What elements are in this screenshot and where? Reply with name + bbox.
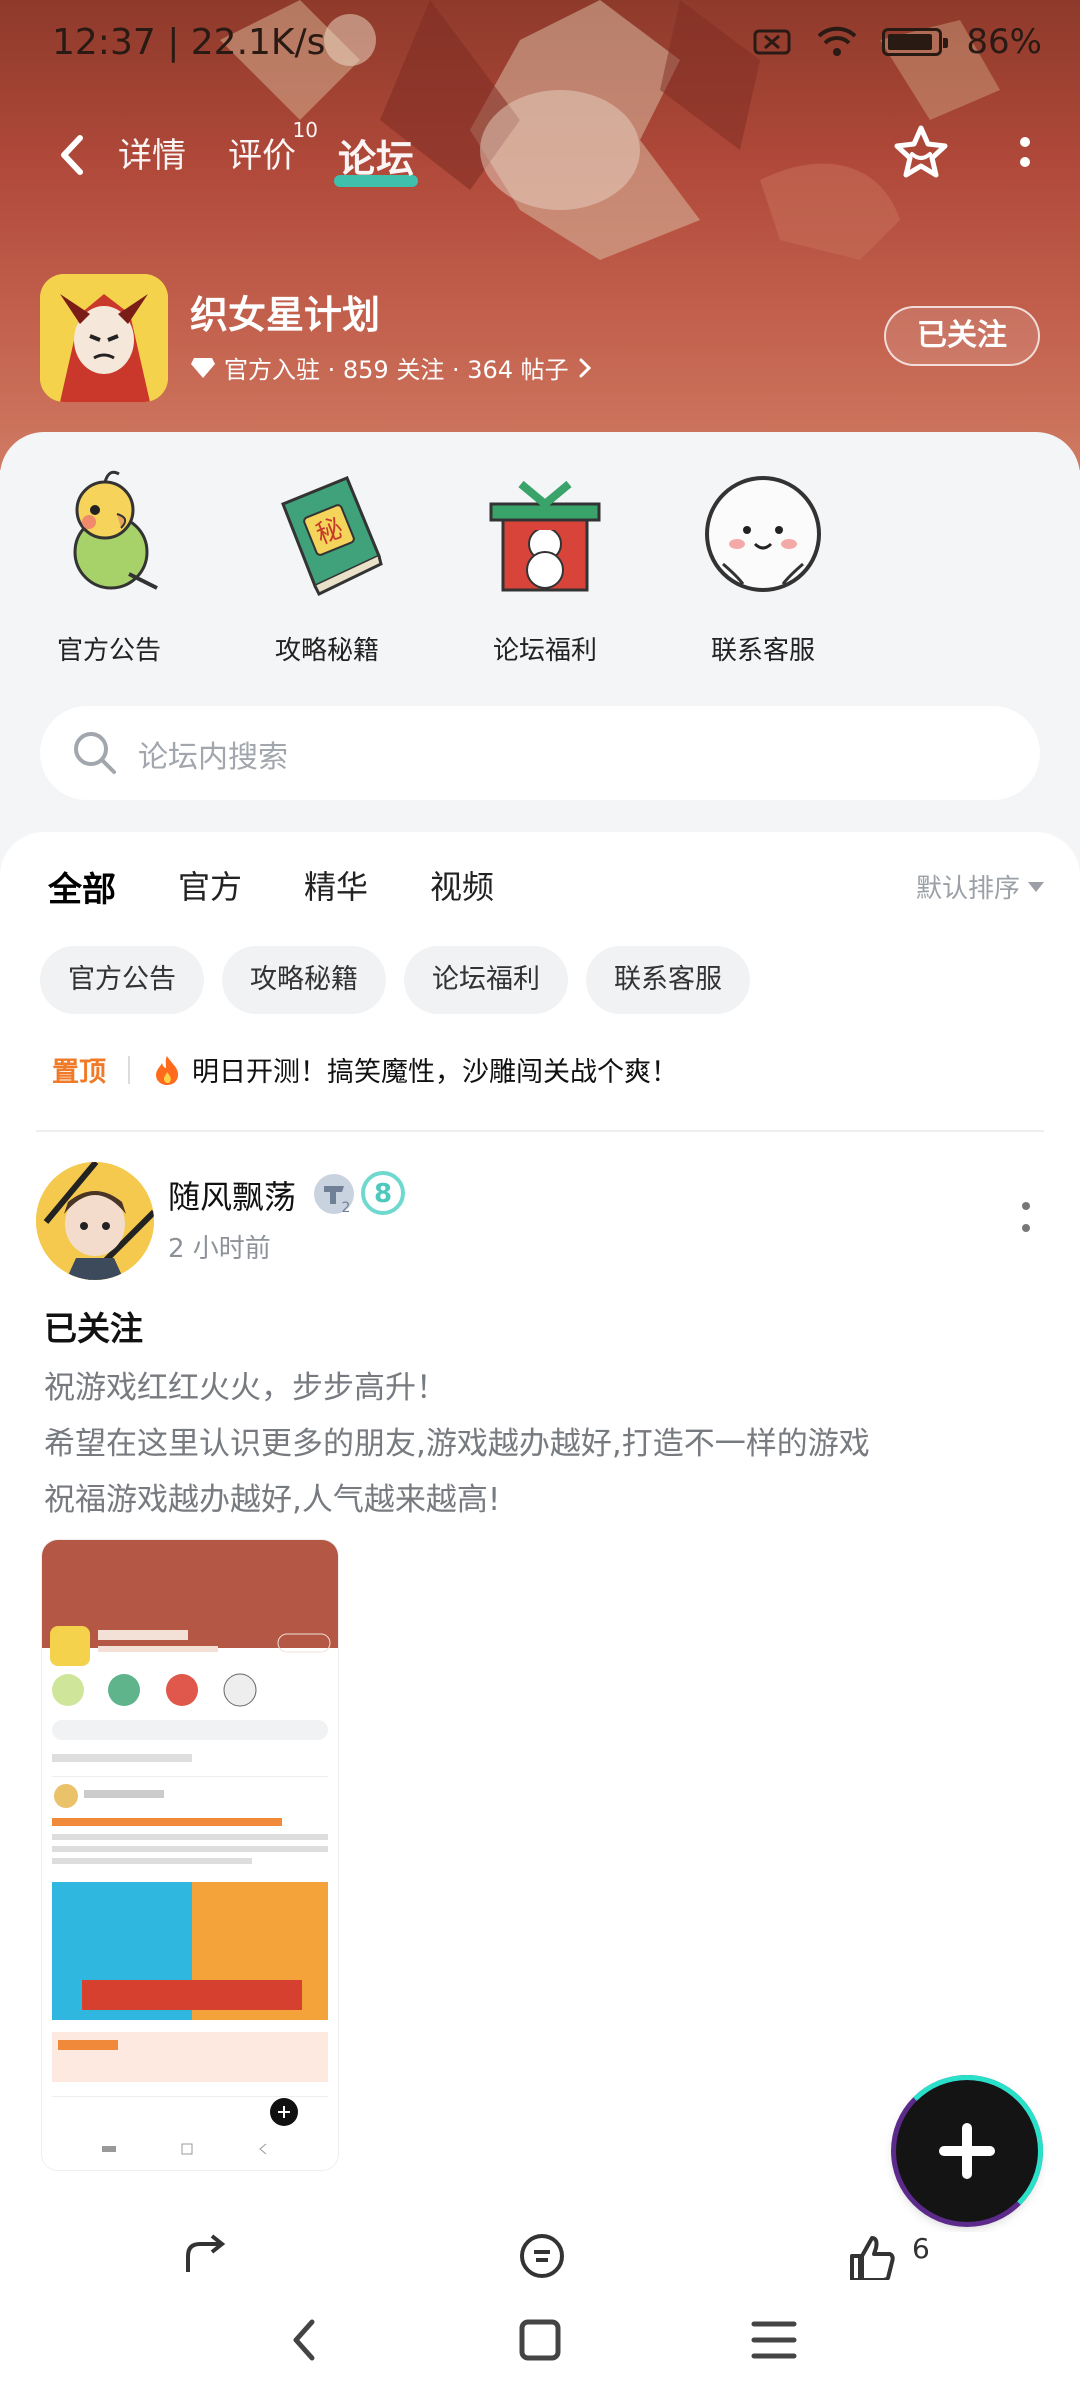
- parrot-icon: [73, 470, 158, 590]
- header-banner: 12:37 | 22.1K/s 86% 详情 评价 10 论坛 织女星计划 官方…: [0, 0, 1080, 470]
- status-time: 12:37 | 22.1K/s: [52, 22, 326, 63]
- post-line: 祝福游戏越办越好,人气越来越高!: [44, 1482, 501, 1518]
- search-icon: [74, 732, 116, 774]
- post-line: 祝游戏红红火火，步步高升！: [44, 1370, 447, 1406]
- comment-button[interactable]: [516, 2232, 568, 2280]
- more-vertical-icon[interactable]: [1014, 130, 1036, 180]
- divider: [128, 1055, 130, 1084]
- share-button[interactable]: [180, 2232, 232, 2280]
- quick-panel: 官方公告 秘 攻略秘籍 论坛福利 联系客服 论坛内搜索: [0, 432, 1080, 852]
- sort-label: 默认排序: [915, 874, 1020, 904]
- post-action-bar: 6: [0, 2232, 1080, 2280]
- post-header: 随风飘荡 2 8 2 小时前: [36, 1162, 1046, 1292]
- app-name: 织女星计划: [190, 293, 381, 337]
- back-arrow-icon[interactable]: [48, 128, 98, 182]
- create-post-button[interactable]: [891, 2075, 1043, 2227]
- badge-number-text: 8: [374, 1179, 392, 1209]
- secret-book-icon: 秘: [281, 476, 383, 596]
- avatar[interactable]: [36, 1162, 154, 1280]
- official-diamond-icon: [191, 357, 215, 378]
- top-tabs: 详情 评价 10 论坛: [118, 118, 419, 187]
- feed-tab-featured[interactable]: 精华: [304, 862, 368, 911]
- search-bar[interactable]: 论坛内搜索: [40, 706, 1040, 800]
- feed-tab-official[interactable]: 官方: [178, 862, 242, 911]
- favorite-star-icon[interactable]: [890, 122, 952, 184]
- post-line: 希望在这里认识更多的朋友,游戏越办越好,打造不一样的游戏: [44, 1426, 870, 1462]
- screenshot-thumbnail: [42, 1540, 338, 2170]
- battery-icon: [882, 28, 949, 56]
- chip-announcements[interactable]: 官方公告: [40, 946, 204, 1014]
- tab-forum[interactable]: 论坛: [333, 128, 419, 187]
- section-divider: [36, 1130, 1044, 1132]
- app-meta[interactable]: 官方入驻 · 859 关注 · 364 帖子: [190, 350, 593, 385]
- tab-label: 详情: [118, 136, 186, 176]
- plus-icon-vertical: [962, 2123, 972, 2179]
- system-home-icon[interactable]: [510, 2310, 570, 2370]
- review-count-badge: 10: [292, 118, 318, 142]
- battery-level: 86%: [966, 22, 1042, 62]
- quick-entry-label: 官方公告: [56, 636, 161, 666]
- sort-dropdown[interactable]: 默认排序: [916, 868, 1044, 905]
- top-nav: 详情 评价 10 论坛: [0, 110, 1080, 200]
- game-logo-icon: [40, 274, 168, 402]
- app-info: 织女星计划 官方入驻 · 859 关注 · 364 帖子 已关注: [40, 270, 1040, 402]
- status-bar: 12:37 | 22.1K/s 86%: [0, 0, 1080, 100]
- pinned-post[interactable]: 置顶 明日开测！搞笑魔性，沙雕闯关战个爽！: [52, 1050, 678, 1089]
- chip-guides[interactable]: 攻略秘籍: [222, 946, 386, 1014]
- post-time: 2 小时前: [168, 1234, 271, 1264]
- app-stats: 官方入驻 · 859 关注 · 364 帖子: [224, 356, 569, 384]
- honor-number-badge-icon: 8: [361, 1171, 405, 1215]
- app-icon[interactable]: [40, 274, 168, 402]
- forum-feed: 全部 官方 精华 视频 默认排序 官方公告 攻略秘籍 论坛福利 联系客服 置顶 …: [0, 832, 1080, 2232]
- quick-entry-support[interactable]: 联系客服: [654, 464, 872, 667]
- quick-entry-label: 论坛福利: [492, 636, 597, 666]
- tab-details[interactable]: 详情: [118, 128, 186, 183]
- chip-benefits[interactable]: 论坛福利: [404, 946, 568, 1014]
- author-name[interactable]: 随风飘荡: [168, 1172, 296, 1218]
- sim-off-icon: [753, 29, 791, 55]
- filter-chips: 官方公告 攻略秘籍 论坛福利 联系客服: [40, 946, 750, 1014]
- follow-button[interactable]: 已关注: [884, 306, 1040, 366]
- chevron-right-icon: [579, 358, 591, 377]
- like-button[interactable]: 6: [846, 2232, 930, 2280]
- quick-entry-benefits[interactable]: 论坛福利: [436, 464, 654, 667]
- post-more-icon[interactable]: [1020, 1198, 1032, 1238]
- system-menu-icon[interactable]: [744, 2310, 804, 2370]
- tab-label: 论坛: [338, 137, 415, 181]
- quick-entry-label: 联系客服: [710, 636, 815, 666]
- chip-support[interactable]: 联系客服: [586, 946, 750, 1014]
- wifi-icon: [818, 26, 857, 56]
- comment-icon: [520, 2234, 564, 2278]
- quick-entry-label: 攻略秘籍: [274, 636, 379, 666]
- post-body[interactable]: 祝游戏红红火火，步步高升！ 希望在这里认识更多的朋友,游戏越办越好,打造不一样的…: [44, 1360, 1024, 1528]
- user-avatar-image: [36, 1162, 154, 1280]
- quick-entry-guides[interactable]: 秘 攻略秘籍: [218, 464, 436, 667]
- post-image-screenshot[interactable]: [42, 1540, 338, 2170]
- tab-label: 评价: [228, 136, 296, 176]
- search-placeholder: 论坛内搜索: [138, 740, 288, 775]
- thumbs-up-icon: [850, 2236, 895, 2280]
- like-count: 6: [912, 2232, 930, 2265]
- quick-entry-announcements[interactable]: 官方公告: [0, 464, 218, 667]
- caret-down-icon: [1028, 881, 1044, 892]
- post-title[interactable]: 已关注: [44, 1302, 143, 1350]
- gift-box-icon: [489, 480, 601, 592]
- system-nav-bar: [0, 2280, 1080, 2400]
- user-level-badge-icon: 2: [314, 1174, 354, 1216]
- system-back-icon[interactable]: [276, 2310, 336, 2370]
- feed-tab-video[interactable]: 视频: [430, 862, 494, 911]
- badge-level-text: 2: [342, 1200, 351, 1216]
- support-face-icon: [705, 476, 821, 592]
- tab-reviews[interactable]: 评价 10: [228, 118, 318, 183]
- fire-icon: [156, 1055, 179, 1085]
- feed-tabs: 全部 官方 精华 视频: [48, 862, 494, 915]
- status-icons: 86%: [752, 22, 1042, 62]
- share-icon: [186, 2234, 226, 2272]
- pinned-text: 明日开测！搞笑魔性，沙雕闯关战个爽！: [192, 1057, 678, 1088]
- quick-entries: 官方公告 秘 攻略秘籍 论坛福利 联系客服: [0, 464, 1080, 667]
- feed-tab-all[interactable]: 全部: [48, 862, 116, 915]
- pinned-tag: 置顶: [52, 1057, 106, 1088]
